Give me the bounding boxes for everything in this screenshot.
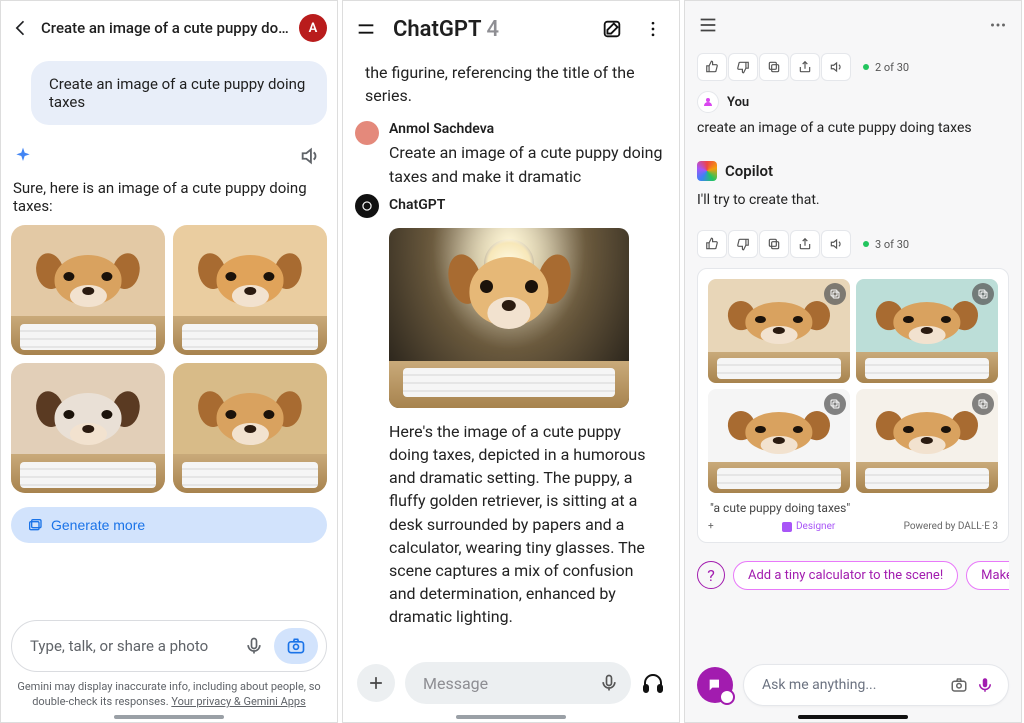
feedback-row: 2 of 30 [697,53,1009,81]
feedback-row: 3 of 30 [697,230,1009,258]
copilot-logo-icon [697,161,717,181]
you-label: You [727,95,749,110]
user-message: Create an image of a cute puppy doing ta… [389,141,667,187]
copilot-image-grid [708,279,998,493]
copy-image-icon[interactable] [824,393,846,415]
generated-image[interactable] [708,389,850,493]
user-avatar-icon [697,91,719,113]
generated-image[interactable] [173,363,327,493]
assistant-message: Here's the image of a cute puppy doing t… [389,420,663,629]
menu-icon[interactable] [355,18,377,40]
assistant-message: I'll try to create that. [697,191,1009,211]
assistant-header: ChatGPT [355,194,667,218]
gemini-topbar: Create an image of a cute puppy doin... … [11,1,327,55]
speaker-icon[interactable] [299,145,321,167]
you-header: You [697,91,1009,113]
input-placeholder: Message [423,674,599,693]
response-counter: 2 of 30 [863,61,909,74]
input-placeholder: Type, talk, or share a photo [30,637,232,655]
response-counter: 3 of 30 [863,238,909,251]
share-icon[interactable] [790,53,820,81]
suggestion-row: ? Add a tiny calculator to the scene! Ma… [697,561,1009,590]
kebab-icon[interactable] [639,19,667,39]
chatgpt-brand[interactable]: ChatGPT 4 [393,17,585,42]
chatgpt-input[interactable]: Message [405,662,631,704]
microphone-icon[interactable] [599,673,619,693]
user-name: Anmol Sachdeva [389,121,667,137]
thumbs-down-icon[interactable] [728,230,758,258]
copilot-panel: 2 of 30 You create an image of a cute pu… [684,0,1022,723]
input-placeholder: Ask me anything... [762,677,946,693]
generated-image[interactable] [708,279,850,383]
copilot-header: Copilot [697,161,1009,181]
user-row: Anmol Sachdeva Create an image of a cute… [355,121,667,187]
home-indicator [114,715,224,719]
stack-icon [27,517,43,533]
plus-icon[interactable] [357,664,395,702]
gemini-input[interactable]: Type, talk, or share a photo [11,620,327,672]
headphones-icon[interactable] [641,671,665,695]
gemini-panel: Create an image of a cute puppy doin... … [0,0,338,723]
generated-image[interactable] [173,225,327,355]
privacy-link[interactable]: Your privacy & Gemini Apps [171,695,305,708]
generate-more-label: Generate more [51,517,145,533]
suggestion-chip[interactable]: Make the puppy w [966,561,1009,590]
user-avatar[interactable]: A [299,14,327,42]
assistant-name: ChatGPT [389,197,445,213]
assistant-intro: Sure, here is an image of a cute puppy d… [13,179,325,215]
chatgpt-scroll[interactable]: the figurine, referencing the title of t… [355,57,667,652]
copilot-input[interactable]: Ask me anything... [743,664,1009,706]
previous-response-tail: the figurine, referencing the title of t… [365,61,657,107]
conversation-title: Create an image of a cute puppy doin... [41,19,289,37]
home-indicator [456,715,566,719]
copy-image-icon[interactable] [972,393,994,415]
suggestion-chip[interactable]: Add a tiny calculator to the scene! [733,561,958,590]
user-message: Create an image of a cute puppy doing ta… [31,61,327,125]
user-message: create an image of a cute puppy doing ta… [697,119,1009,139]
copilot-image-card: "a cute puppy doing taxes" + Designer Po… [697,268,1009,543]
generated-image[interactable] [11,225,165,355]
generated-image[interactable] [389,228,629,408]
read-aloud-icon[interactable] [821,230,851,258]
copilot-input-row: Ask me anything... [697,664,1009,722]
copy-icon[interactable] [759,53,789,81]
microphone-icon[interactable] [972,672,998,698]
copilot-topbar [697,1,1009,49]
user-avatar [355,121,379,145]
camera-icon[interactable] [946,672,972,698]
generated-image[interactable] [11,363,165,493]
designer-tag[interactable]: Designer [782,521,835,532]
help-icon[interactable]: ? [697,561,725,589]
thumbs-up-icon[interactable] [697,53,727,81]
generated-image[interactable] [856,389,998,493]
chatgpt-topbar: ChatGPT 4 [355,1,667,57]
compose-icon[interactable] [601,18,623,40]
generate-more-button[interactable]: Generate more [11,507,327,543]
gemini-image-grid [11,225,327,493]
thumbs-up-icon[interactable] [697,230,727,258]
new-topic-icon[interactable] [697,667,733,703]
chatgpt-panel: ChatGPT 4 the figurine, referencing the … [342,0,680,723]
back-icon[interactable] [11,18,31,38]
microphone-icon[interactable] [238,630,270,662]
read-aloud-icon[interactable] [821,53,851,81]
openai-icon [355,194,379,218]
image-caption: "a cute puppy doing taxes" [710,501,996,515]
share-icon[interactable] [790,230,820,258]
chatgpt-input-row: Message [355,652,667,722]
powered-by: Powered by DALL·E 3 [904,521,998,532]
ellipsis-icon[interactable] [987,14,1009,36]
copy-icon[interactable] [759,230,789,258]
copy-image-icon[interactable] [972,283,994,305]
generated-image[interactable] [856,279,998,383]
sparkle-icon [13,146,33,166]
copilot-brand-label: Copilot [725,162,773,180]
thumbs-down-icon[interactable] [728,53,758,81]
home-indicator [798,715,908,719]
copy-image-icon[interactable] [824,283,846,305]
hamburger-icon[interactable] [697,14,719,36]
camera-icon[interactable] [274,628,318,664]
